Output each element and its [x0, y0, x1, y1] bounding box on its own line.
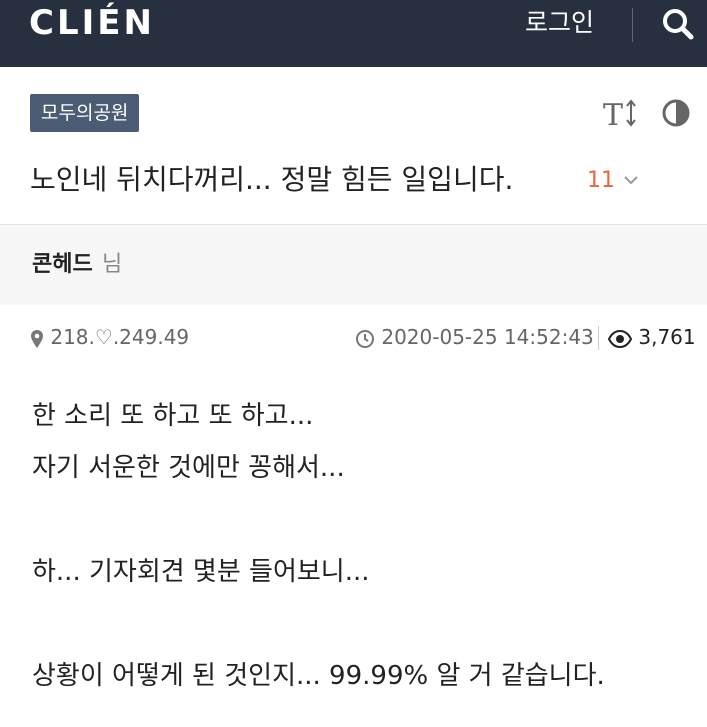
content-line — [32, 598, 605, 650]
svg-text:T: T — [603, 98, 623, 130]
post-views: 3,761 — [607, 322, 696, 352]
ip-text: 218.♡.249.49 — [50, 325, 190, 349]
login-link[interactable]: 로그인 — [525, 8, 594, 38]
search-button[interactable] — [660, 6, 696, 42]
views-text: 3,761 — [638, 325, 696, 349]
header-divider — [632, 8, 633, 42]
datetime-text: 2020-05-25 14:52:43 — [381, 325, 594, 349]
author-suffix: 님 — [102, 252, 123, 277]
post-title: 노인네 뒤치다꺼리... 정말 힘든 일입니다. — [30, 163, 514, 196]
post-datetime: 2020-05-25 14:52:43 — [355, 322, 594, 352]
top-bar: CLIÉN 로그인 — [0, 0, 707, 67]
meta-divider — [598, 326, 599, 350]
author-bar: 콘헤드 님 — [0, 225, 707, 305]
font-size-icon: T — [603, 98, 636, 133]
post-content: 한 소리 또 하고 또 하고... 자기 서운한 것에만 꽁해서... 하...… — [32, 390, 605, 702]
font-size-button[interactable]: T — [603, 96, 637, 133]
author-name[interactable]: 콘헤드 — [32, 250, 93, 280]
location-pin-icon — [31, 329, 43, 348]
content-line: 한 소리 또 하고 또 하고... — [32, 401, 314, 431]
comment-count[interactable]: 11 — [587, 166, 615, 196]
eye-icon — [607, 329, 633, 348]
clock-icon — [356, 329, 374, 348]
content-line: 하... 기자회견 몇분 들어보니... — [32, 557, 370, 587]
content-line — [32, 494, 605, 546]
content-line: 자기 서운한 것에만 꽁해서... — [32, 453, 345, 483]
chevron-down-icon[interactable] — [623, 174, 639, 186]
search-icon — [663, 9, 694, 40]
theme-toggle-button[interactable] — [661, 98, 691, 128]
board-badge[interactable]: 모두의공원 — [30, 94, 140, 132]
content-line: 상황이 어떻게 된 것인지... 99.99% 알 거 같습니다. — [32, 661, 605, 691]
post-ip: 218.♡.249.49 — [30, 322, 189, 352]
site-logo[interactable]: CLIÉN — [29, 6, 155, 40]
contrast-icon — [662, 99, 690, 127]
